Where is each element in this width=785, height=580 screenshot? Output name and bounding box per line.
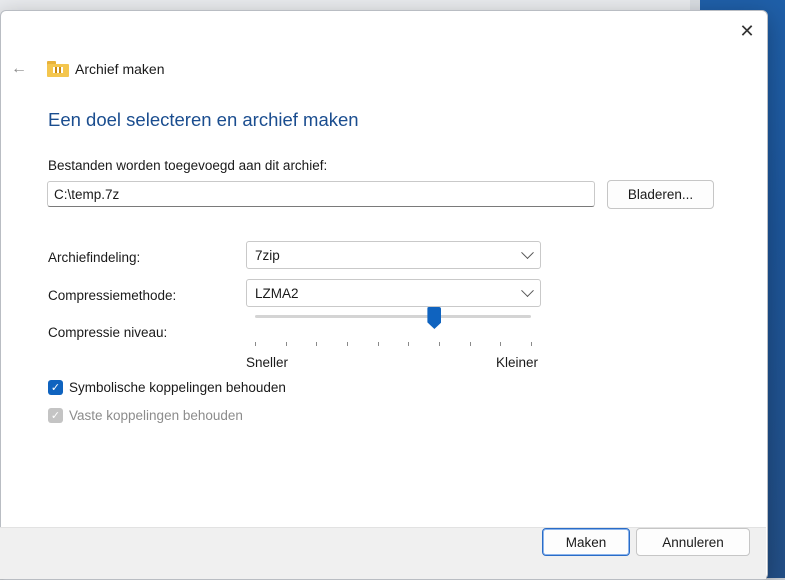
compression-method-select[interactable]: LZMA2 — [246, 279, 541, 307]
close-icon: ✕ — [739, 20, 755, 41]
page-heading: Een doel selecteren en archief maken — [48, 109, 359, 130]
slider-tick — [347, 342, 348, 346]
hardlinks-checkbox: ✓ — [48, 408, 63, 423]
chevron-down-icon — [521, 245, 534, 259]
symlinks-label: Symbolische koppelingen behouden — [69, 380, 286, 395]
create-button[interactable]: Maken — [542, 528, 630, 556]
slider-min-label: Sneller — [246, 355, 289, 370]
slider-tick — [255, 342, 256, 346]
archive-path-label: Bestanden worden toegevoegd aan dit arch… — [48, 158, 328, 173]
slider-tick — [439, 342, 440, 346]
symlinks-checkbox-row[interactable]: ✓ Symbolische koppelingen behouden — [48, 380, 286, 395]
slider-tick — [408, 342, 410, 346]
slider-tick — [469, 342, 471, 346]
slider-tick — [285, 342, 287, 346]
dialog-title: Archief maken — [75, 61, 165, 77]
archive-path-input[interactable] — [47, 181, 595, 207]
checkmark-icon: ✓ — [50, 382, 61, 394]
archive-format-value: 7zip — [255, 247, 280, 263]
slider-tick — [377, 342, 379, 346]
compression-method-label: Compressiemethode: — [48, 288, 177, 303]
slider-tick — [531, 342, 532, 346]
dialog-title-row: ← Archief maken — [11, 57, 164, 81]
close-button[interactable]: ✕ — [733, 17, 761, 45]
hardlinks-label: Vaste koppelingen behouden — [69, 408, 243, 423]
zip-folder-icon — [47, 61, 69, 77]
slider-tick — [316, 342, 318, 346]
slider-tick — [500, 342, 502, 346]
cancel-button[interactable]: Annuleren — [636, 528, 750, 556]
compression-level-label: Compressie niveau: — [48, 325, 168, 340]
archive-format-label: Archiefindeling: — [48, 250, 141, 265]
back-arrow-icon[interactable]: ← — [11, 60, 31, 78]
slider-max-label: Kleiner — [496, 355, 539, 370]
checkmark-icon: ✓ — [50, 410, 61, 422]
compression-level-slider[interactable] — [255, 315, 531, 318]
hardlinks-checkbox-row: ✓ Vaste koppelingen behouden — [48, 408, 243, 423]
symlinks-checkbox[interactable]: ✓ — [48, 380, 63, 395]
chevron-down-icon — [521, 283, 534, 297]
browse-button[interactable]: Bladeren... — [607, 180, 714, 209]
archive-format-select[interactable]: 7zip — [246, 241, 541, 269]
compression-method-value: LZMA2 — [255, 285, 299, 301]
